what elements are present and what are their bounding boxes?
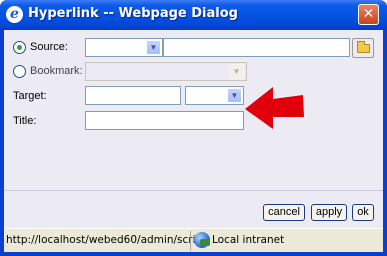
source-type-select[interactable]: ▼ xyxy=(85,38,163,57)
status-separator xyxy=(190,231,191,251)
status-url: http://localhost/webed60/admin/script xyxy=(6,234,207,246)
target-select[interactable]: ▼ xyxy=(185,86,244,105)
globe-icon xyxy=(194,232,210,248)
chevron-down-icon[interactable]: ▼ xyxy=(146,40,161,55)
browse-button[interactable] xyxy=(352,38,374,58)
ok-button[interactable]: ok xyxy=(352,204,374,221)
title-input[interactable] xyxy=(85,111,244,130)
title-bar[interactable]: e Hyperlink -- Webpage Dialog ✕ xyxy=(0,0,387,30)
cancel-button[interactable]: cancel xyxy=(263,204,305,221)
close-icon: ✕ xyxy=(362,6,375,22)
folder-icon xyxy=(357,41,370,53)
close-button[interactable]: ✕ xyxy=(358,4,379,25)
red-arrow-icon xyxy=(245,87,304,129)
window-title: Hyperlink -- Webpage Dialog xyxy=(28,6,238,21)
apply-button[interactable]: apply xyxy=(311,204,347,221)
bookmark-label: Bookmark: xyxy=(30,65,83,77)
bookmark-select[interactable]: ▼ xyxy=(85,62,247,81)
chevron-down-icon[interactable]: ▼ xyxy=(227,88,242,103)
target-label: Target: xyxy=(13,90,47,102)
source-radio[interactable] xyxy=(13,41,26,54)
ie-icon: e xyxy=(6,6,23,23)
chevron-down-icon[interactable]: ▼ xyxy=(229,64,244,79)
dialog-window: e Hyperlink -- Webpage Dialog ✕ Source: … xyxy=(0,0,387,256)
dialog-body: Source: ▼ Bookmark: ▼ Target: ▼ Title: c… xyxy=(4,30,383,228)
divider xyxy=(4,190,383,191)
security-zone: Local intranet xyxy=(212,234,285,246)
source-label: Source: xyxy=(30,41,68,53)
target-input[interactable] xyxy=(85,86,181,105)
source-url-input[interactable] xyxy=(163,38,350,57)
status-bar: http://localhost/webed60/admin/script Lo… xyxy=(4,228,383,252)
title-label: Title: xyxy=(13,115,37,127)
bookmark-radio[interactable] xyxy=(13,65,26,78)
